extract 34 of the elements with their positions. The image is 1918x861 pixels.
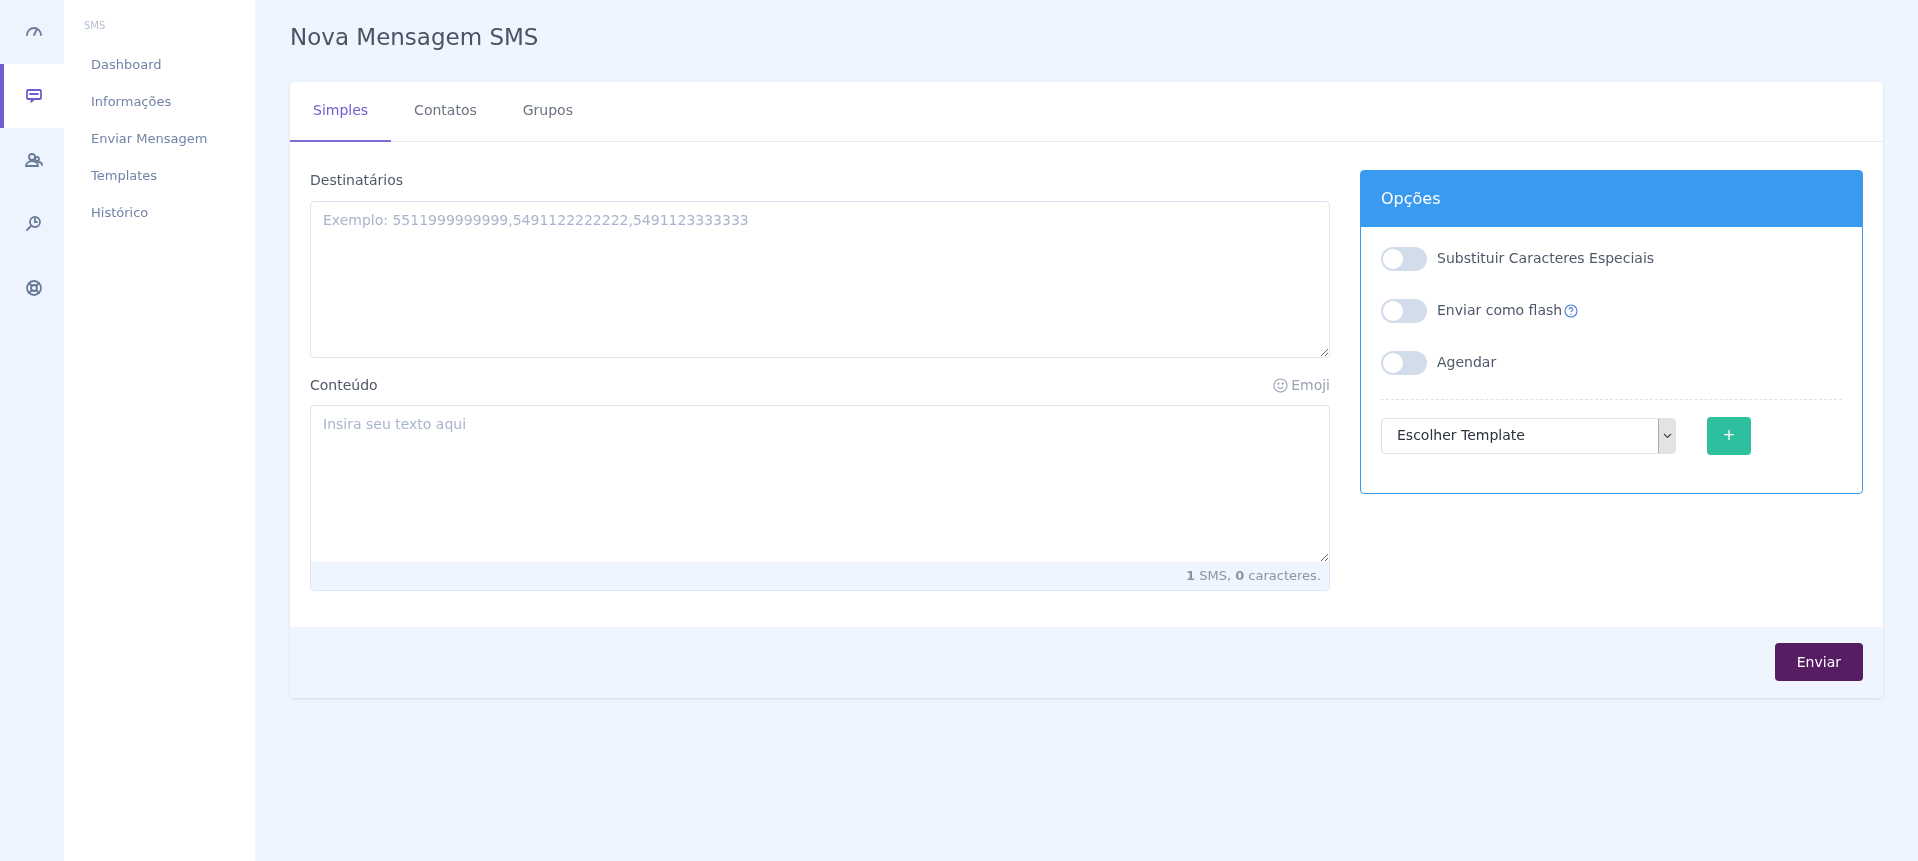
toggle-switch[interactable] bbox=[1381, 246, 1427, 271]
submenu-item[interactable]: Informações bbox=[91, 92, 172, 112]
send-button[interactable]: Enviar bbox=[1774, 643, 1863, 681]
search-icon bbox=[24, 214, 44, 234]
content-field[interactable]: Insira seu texto aqui 1 SMS, 0 caracteres. bbox=[310, 404, 1330, 591]
field-label: Destinatários bbox=[310, 170, 404, 190]
submenu-item[interactable]: Dashboard bbox=[91, 55, 162, 75]
toggle-switch[interactable] bbox=[1381, 350, 1427, 375]
help-icon[interactable] bbox=[1564, 303, 1579, 318]
template-select[interactable]: Escolher Template bbox=[1381, 417, 1676, 454]
tab[interactable]: Contatos bbox=[391, 81, 500, 142]
message-icon bbox=[24, 86, 44, 106]
users-icon bbox=[24, 150, 44, 170]
toggle-label: Agendar bbox=[1437, 353, 1497, 372]
toggle-switch[interactable] bbox=[1381, 298, 1427, 323]
toggle-label: Enviar como flash bbox=[1437, 301, 1563, 320]
smiley-icon bbox=[1273, 377, 1289, 393]
tab[interactable]: Grupos bbox=[499, 81, 596, 142]
emoji-button[interactable]: Emoji bbox=[1273, 374, 1330, 396]
page-title: Nova Mensagem SMS bbox=[290, 23, 539, 52]
submenu-item[interactable]: Histórico bbox=[91, 203, 149, 223]
character-counter: 1 SMS, 0 caracteres. bbox=[1186, 566, 1321, 585]
caret-icon bbox=[1658, 418, 1675, 453]
add-button[interactable]: + bbox=[1707, 416, 1751, 455]
toggle-label: Substituir Caracteres Especiais bbox=[1437, 249, 1655, 268]
recipients-field[interactable]: Exemplo: 5511999999999,5491122222222,5491123333333 bbox=[310, 200, 1330, 358]
lifebuoy-icon bbox=[24, 278, 44, 298]
rail-item[interactable] bbox=[0, 64, 64, 128]
field-label: Conteúdo bbox=[310, 375, 378, 395]
panel-title: Opções bbox=[1381, 187, 1441, 210]
submenu-heading: SMS bbox=[84, 19, 106, 33]
submenu-item[interactable]: Enviar Mensagem bbox=[91, 129, 208, 149]
submenu-item[interactable]: Templates bbox=[91, 166, 158, 186]
tab[interactable]: Simples bbox=[290, 81, 392, 142]
